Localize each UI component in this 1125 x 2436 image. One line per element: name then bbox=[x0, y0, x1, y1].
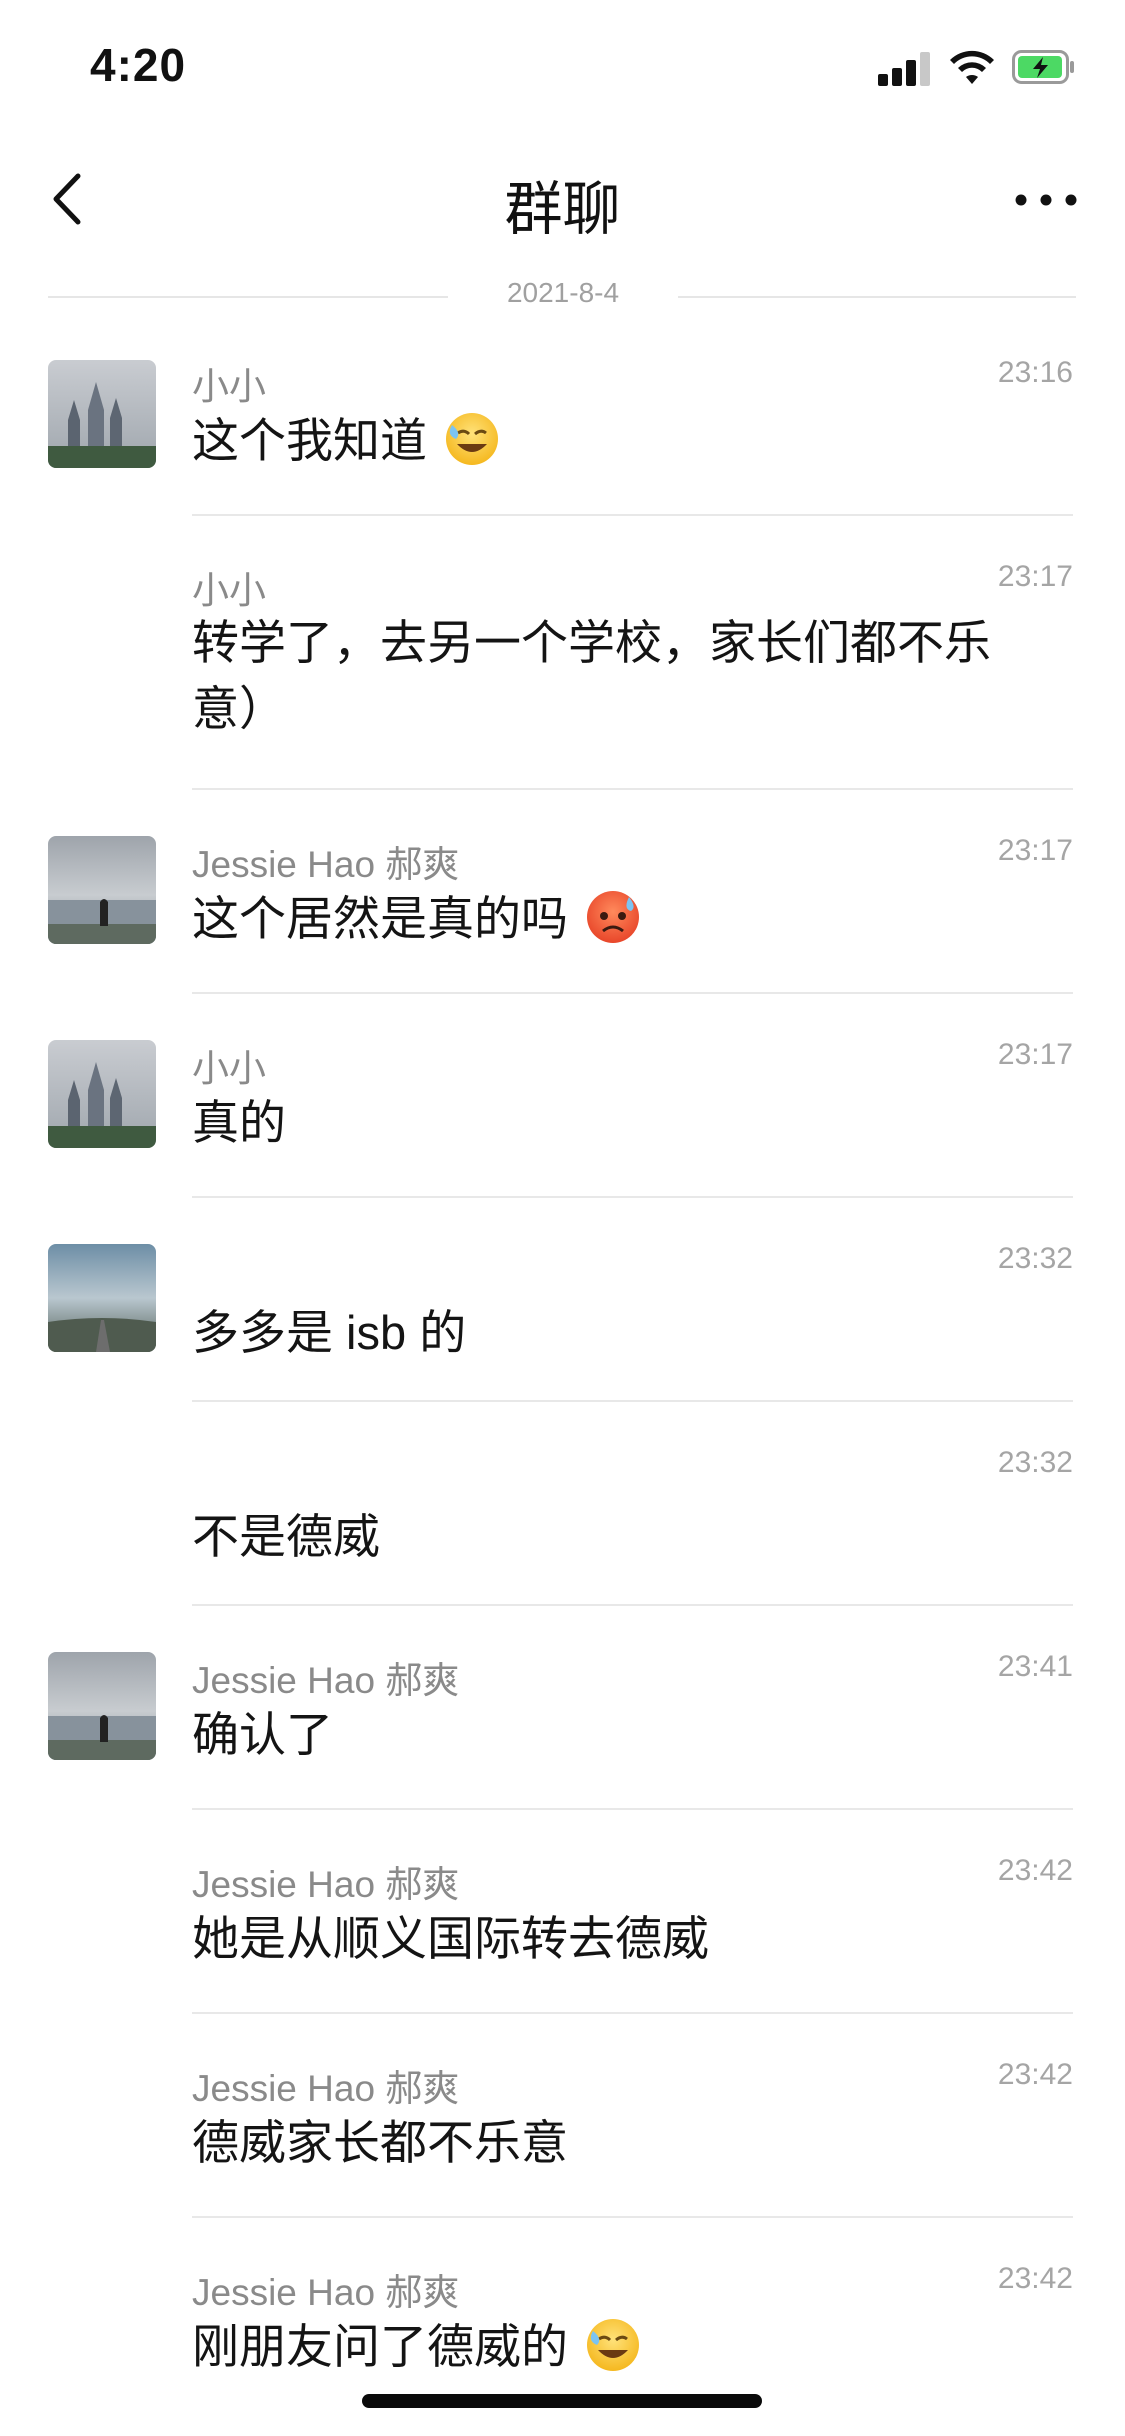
sender-name: 小小 bbox=[192, 570, 266, 611]
message-text-body: 这个居然是真的吗 bbox=[192, 892, 568, 945]
message-text: 不是德威 bbox=[192, 1510, 380, 1563]
date-separator: 2021-8-4 bbox=[48, 272, 1076, 322]
message-time: 23:41 bbox=[997, 1650, 1073, 1683]
message-item[interactable]: Jessie Hao 郝爽 23:41 确认了 bbox=[0, 1650, 1125, 1810]
more-dots-icon[interactable] bbox=[1011, 180, 1081, 220]
message-text: 转学了，去另一个学校，家长们都不乐意） bbox=[192, 616, 991, 735]
divider bbox=[48, 296, 448, 298]
sender-name: Jessie Hao 郝爽 bbox=[192, 1660, 460, 1701]
sender-name: 小小 bbox=[192, 1048, 266, 1089]
message-text: 多多是 isb 的 bbox=[192, 1306, 467, 1359]
message-item[interactable]: 小小 23:17 真的 bbox=[0, 1038, 1125, 1198]
divider bbox=[192, 1400, 1073, 1402]
status-bar: 4:20 bbox=[0, 0, 1125, 130]
sender-name: Jessie Hao 郝爽 bbox=[192, 1864, 460, 1905]
status-time: 4:20 bbox=[90, 39, 187, 91]
divider bbox=[192, 2216, 1073, 2218]
avatar[interactable] bbox=[48, 1652, 156, 1760]
message-item[interactable]: 23:32 不是德威 bbox=[0, 1446, 1125, 1606]
message-text: 她是从顺义国际转去德威 bbox=[192, 1912, 709, 1965]
message-text: 这个我知道 bbox=[192, 408, 1032, 474]
message-time: 23:42 bbox=[997, 2262, 1073, 2295]
message-item[interactable]: Jessie Hao 郝爽 23:42 德威家长都不乐意 bbox=[0, 2058, 1125, 2218]
message-item[interactable]: 小小 23:17 转学了，去另一个学校，家长们都不乐意） bbox=[0, 560, 1125, 790]
sender-name: Jessie Hao 郝爽 bbox=[192, 2272, 460, 2313]
divider bbox=[192, 788, 1073, 790]
message-text-body: 刚朋友问了德威的 bbox=[192, 2320, 568, 2373]
divider bbox=[678, 296, 1076, 298]
sender-name: Jessie Hao 郝爽 bbox=[192, 2068, 460, 2109]
message-text: 刚朋友问了德威的 bbox=[192, 2314, 1032, 2380]
message-text: 真的 bbox=[192, 1096, 286, 1149]
avatar[interactable] bbox=[48, 836, 156, 944]
divider bbox=[192, 514, 1073, 516]
anxious-face-emoji-icon bbox=[587, 891, 640, 943]
message-item[interactable]: 23:32 多多是 isb 的 bbox=[0, 1242, 1125, 1402]
message-time: 23:17 bbox=[997, 560, 1073, 593]
avatar[interactable] bbox=[48, 1244, 156, 1352]
divider bbox=[192, 1808, 1073, 1810]
message-text-body: 这个我知道 bbox=[192, 414, 427, 467]
message-item[interactable]: Jessie Hao 郝爽 23:17 这个居然是真的吗 bbox=[0, 834, 1125, 994]
battery-charging-icon bbox=[1012, 50, 1074, 84]
message-time: 23:17 bbox=[997, 834, 1073, 867]
message-text: 这个居然是真的吗 bbox=[192, 886, 1032, 952]
divider bbox=[192, 1604, 1073, 1606]
message-item[interactable]: 小小 23:16 这个我知道 bbox=[0, 356, 1125, 516]
message-text: 德威家长都不乐意 bbox=[192, 2116, 568, 2169]
sweat-laugh-emoji-icon bbox=[587, 2319, 640, 2371]
nav-bar: 群聊 bbox=[0, 140, 1125, 260]
date-label: 2021-8-4 bbox=[506, 277, 620, 308]
message-item[interactable]: Jessie Hao 郝爽 23:42 她是从顺义国际转去德威 bbox=[0, 1854, 1125, 2014]
page-title: 群聊 bbox=[504, 177, 621, 242]
message-time: 23:42 bbox=[997, 1854, 1073, 1887]
avatar[interactable] bbox=[48, 1040, 156, 1148]
divider bbox=[192, 992, 1073, 994]
wifi-icon bbox=[950, 50, 994, 84]
message-time: 23:16 bbox=[997, 356, 1073, 389]
sweat-laugh-emoji-icon bbox=[446, 413, 499, 465]
message-time: 23:17 bbox=[997, 1038, 1073, 1071]
avatar[interactable] bbox=[48, 360, 156, 468]
cellular-signal-icon bbox=[878, 50, 934, 86]
sender-name: 小小 bbox=[192, 366, 266, 407]
home-indicator[interactable] bbox=[362, 2394, 762, 2408]
message-time: 23:42 bbox=[997, 2058, 1073, 2091]
message-text: 确认了 bbox=[192, 1708, 333, 1761]
divider bbox=[192, 1196, 1073, 1198]
message-time: 23:32 bbox=[997, 1446, 1073, 1479]
sender-name: Jessie Hao 郝爽 bbox=[192, 844, 460, 885]
divider bbox=[192, 2012, 1073, 2014]
message-time: 23:32 bbox=[997, 1242, 1073, 1275]
